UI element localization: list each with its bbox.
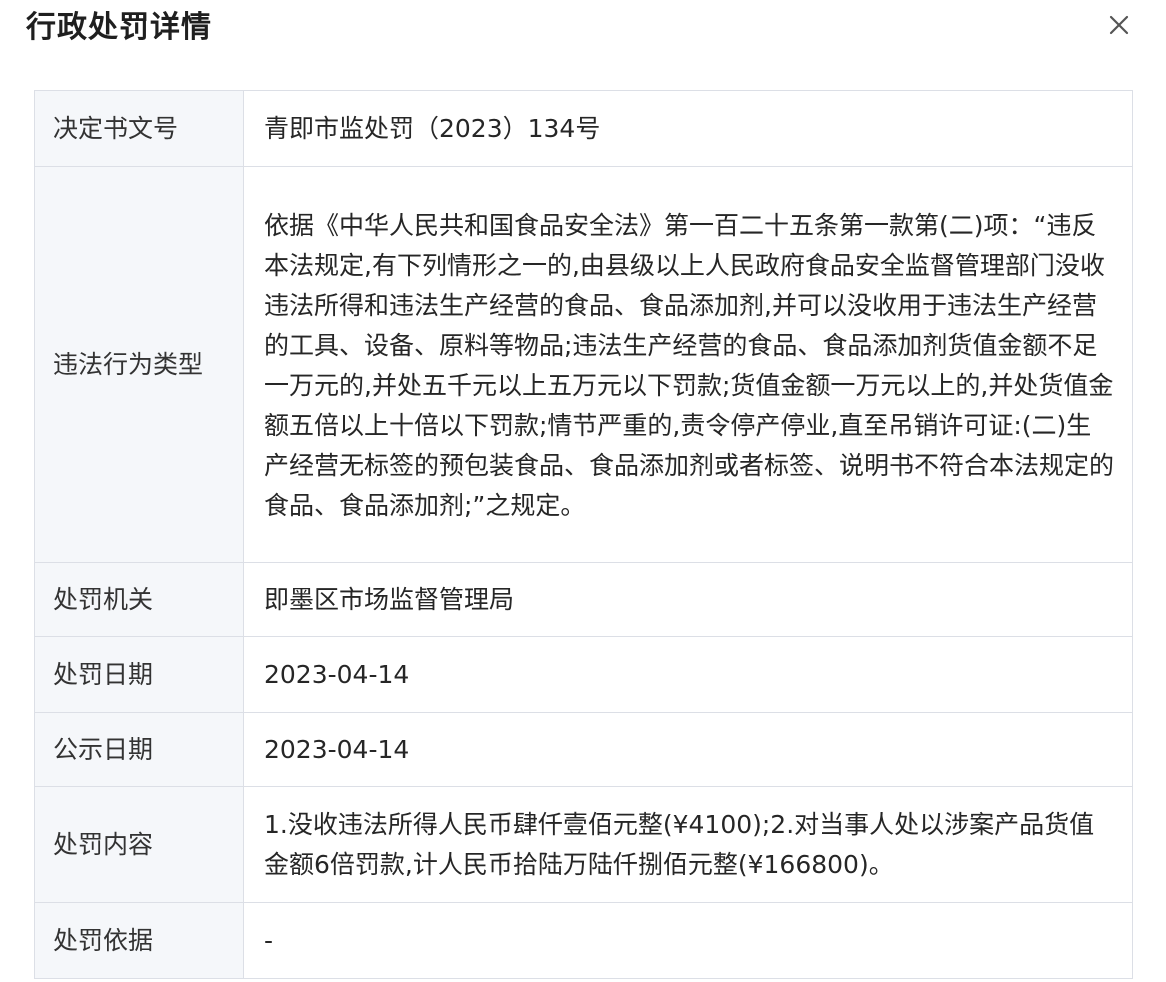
table-row: 违法行为类型 依据《中华人民共和国食品安全法》第一百二十五条第一款第(二)项：“… — [34, 166, 1133, 563]
row-label-penalty-basis: 处罚依据 — [34, 902, 244, 979]
table-row: 决定书文号 青即市监处罚（2023）134号 — [34, 90, 1133, 167]
row-value-decision-number: 青即市监处罚（2023）134号 — [243, 90, 1133, 167]
table-row: 公示日期 2023-04-14 — [34, 712, 1133, 787]
row-label-decision-number: 决定书文号 — [34, 90, 244, 167]
close-button[interactable] — [1104, 10, 1134, 40]
row-value-publish-date: 2023-04-14 — [243, 712, 1133, 787]
row-value-penalty-content: 1.没收违法所得人民币肆仟壹佰元整(¥4100);2.对当事人处以涉案产品货值金… — [243, 786, 1133, 903]
row-value-authority: 即墨区市场监督管理局 — [243, 562, 1133, 637]
table-row: 处罚内容 1.没收违法所得人民币肆仟壹佰元整(¥4100);2.对当事人处以涉案… — [34, 786, 1133, 903]
details-table: 决定书文号 青即市监处罚（2023）134号 违法行为类型 依据《中华人民共和国… — [34, 90, 1133, 979]
row-value-penalty-basis: - — [243, 902, 1133, 979]
table-row: 处罚机关 即墨区市场监督管理局 — [34, 562, 1133, 637]
table-row: 处罚依据 - — [34, 902, 1133, 979]
row-value-penalty-date: 2023-04-14 — [243, 636, 1133, 713]
dialog-title: 行政处罚详情 — [26, 10, 212, 45]
dialog-header: 行政处罚详情 — [0, 0, 1166, 60]
row-label-authority: 处罚机关 — [34, 562, 244, 637]
close-icon — [1109, 15, 1129, 35]
row-label-penalty-content: 处罚内容 — [34, 786, 244, 903]
table-row: 处罚日期 2023-04-14 — [34, 636, 1133, 713]
row-label-penalty-date: 处罚日期 — [34, 636, 244, 713]
row-label-violation-type: 违法行为类型 — [34, 166, 244, 563]
row-value-violation-type: 依据《中华人民共和国食品安全法》第一百二十五条第一款第(二)项：“违反本法规定,… — [243, 166, 1133, 563]
row-label-publish-date: 公示日期 — [34, 712, 244, 787]
